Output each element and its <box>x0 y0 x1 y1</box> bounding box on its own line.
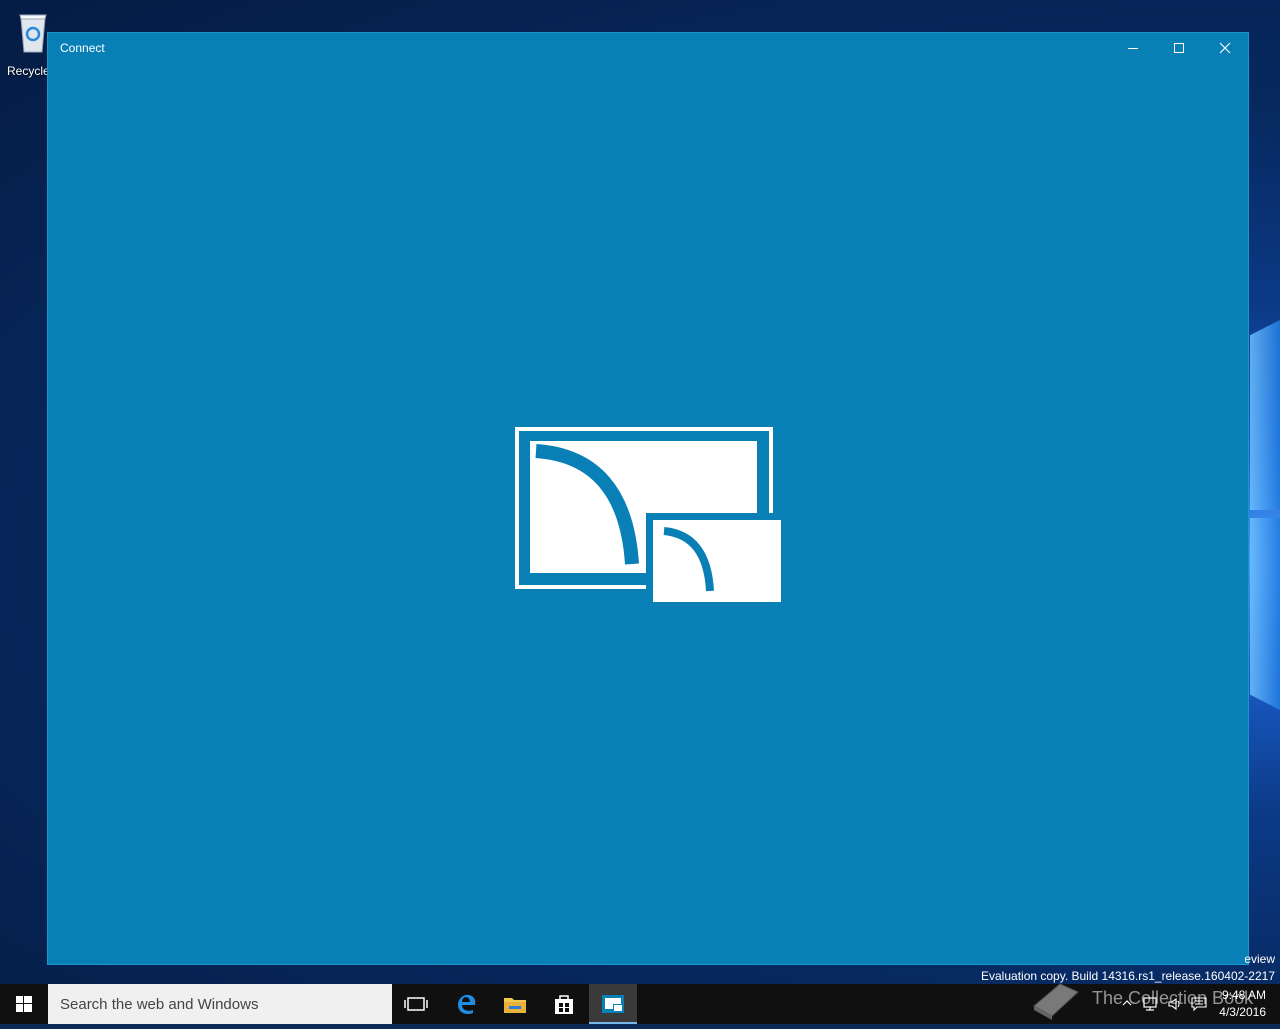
search-placeholder: Search the web and Windows <box>60 996 259 1013</box>
maximize-button[interactable] <box>1156 33 1202 63</box>
windows-start-icon <box>16 996 32 1012</box>
recycle-bin-label: Recycle <box>7 64 50 78</box>
task-view-button[interactable] <box>392 984 440 1024</box>
title-bar[interactable]: Connect <box>48 33 1248 65</box>
edge-button[interactable] <box>443 984 491 1024</box>
close-icon <box>1219 42 1231 54</box>
maximize-icon <box>1174 43 1184 53</box>
search-input[interactable]: Search the web and Windows <box>48 984 392 1024</box>
file-explorer-button[interactable] <box>491 984 539 1024</box>
recycle-bin-icon <box>19 14 47 53</box>
task-view-icon <box>404 997 428 1011</box>
connect-projection-icon <box>515 427 782 602</box>
edge-icon <box>458 994 476 1015</box>
site-watermark: The Collection Book <box>1030 974 1280 1024</box>
connect-app-button[interactable] <box>589 984 637 1024</box>
windows-logo-pane <box>1250 518 1280 710</box>
windows-logo-pane <box>1250 320 1280 510</box>
close-button[interactable] <box>1202 33 1248 63</box>
store-icon <box>555 995 573 1014</box>
start-button[interactable] <box>0 984 48 1024</box>
watermark-text: The Collection Book <box>1092 988 1254 1008</box>
window-title: Connect <box>60 41 105 55</box>
minimize-icon <box>1128 48 1138 49</box>
minimize-button[interactable] <box>1110 33 1156 63</box>
edition-line: eview <box>1244 952 1275 966</box>
file-explorer-icon <box>504 998 526 1013</box>
store-button[interactable] <box>540 984 588 1024</box>
connect-app-window: Connect <box>47 32 1249 965</box>
connect-app-icon <box>602 995 624 1013</box>
book-icon <box>1033 983 1079 1020</box>
